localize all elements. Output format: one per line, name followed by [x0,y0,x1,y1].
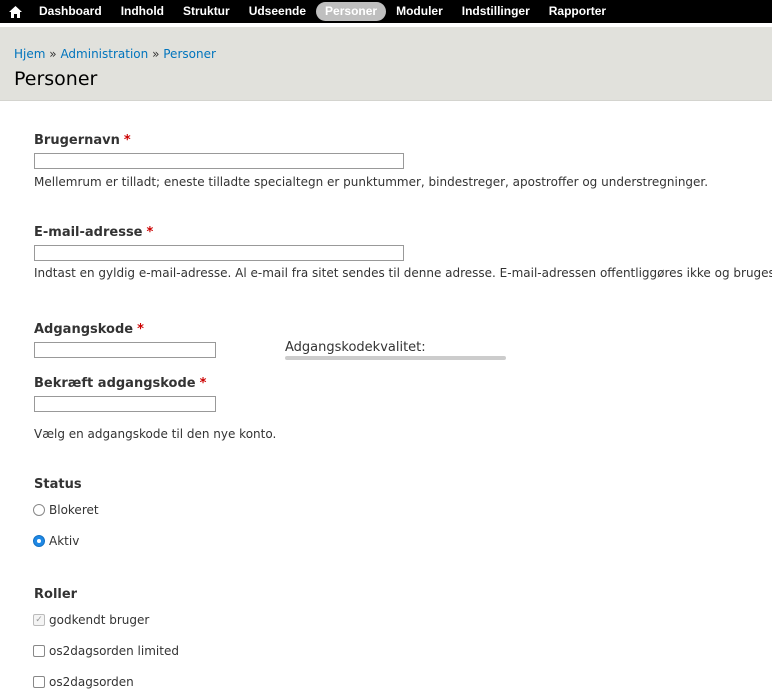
username-label-text: Brugernavn [34,133,120,148]
role-option-label: os2dagsorden limited [49,644,179,658]
email-input[interactable] [34,245,404,261]
toolbar-item-moduler[interactable]: Moduler [387,2,452,21]
username-input[interactable] [34,153,404,169]
password-strength-bar [285,356,506,360]
breadcrumb-link-hjem[interactable]: Hjem [14,47,45,61]
admin-toolbar: Dashboard Indhold Struktur Udseende Pers… [0,0,772,23]
username-label: Brugernavn * [34,133,131,148]
toolbar-item-personer[interactable]: Personer [316,2,387,21]
password-label-text: Adgangskode [34,322,134,337]
password-input[interactable] [34,342,216,358]
role-option-os2dagsorden[interactable]: os2dagsorden [33,675,134,689]
checkbox-godkendt-bruger: ✓ [33,614,45,626]
toolbar-item-indstillinger[interactable]: Indstillinger [453,2,539,21]
role-option-label: godkendt bruger [49,613,150,627]
status-option-aktiv[interactable]: Aktiv [33,534,79,548]
username-description: Mellemrum er tilladt; eneste tilladte sp… [34,175,709,189]
radio-blokeret[interactable] [33,504,45,516]
password-description: Vælg en adgangskode til den nye konto. [34,427,277,441]
radio-aktiv[interactable] [33,535,45,547]
password-confirm-input[interactable] [34,396,216,412]
email-description: Indtast en gyldig e-mail-adresse. Al e-m… [34,266,772,280]
toolbar-item-indhold[interactable]: Indhold [112,2,173,21]
toolbar-item-udseende[interactable]: Udseende [240,2,315,21]
email-label: E-mail-adresse * [34,225,153,240]
breadcrumb-link-administration[interactable]: Administration [60,47,148,61]
checkbox-os2dagsorden-limited[interactable] [33,645,45,657]
status-option-label: Blokeret [49,503,99,517]
required-marker: * [146,225,154,240]
status-option-blokeret[interactable]: Blokeret [33,503,99,517]
password-strength-label: Adgangskodekvalitet: [285,340,426,355]
password-confirm-label: Bekræft adgangskode * [34,376,206,391]
email-label-text: E-mail-adresse [34,225,143,240]
required-marker: * [137,322,144,337]
toolbar-item-dashboard[interactable]: Dashboard [30,2,111,21]
breadcrumb: Hjem » Administration » Personer [14,47,216,61]
breadcrumb-separator: » [49,47,57,61]
page-title: Personer [14,68,98,90]
status-option-label: Aktiv [49,534,80,548]
password-label: Adgangskode * [34,322,144,337]
toolbar-item-rapporter[interactable]: Rapporter [540,2,615,21]
status-label: Status [34,477,82,492]
home-icon[interactable] [0,0,30,23]
checkbox-os2dagsorden[interactable] [33,676,45,688]
toolbar-item-struktur[interactable]: Struktur [174,2,239,21]
password-confirm-label-text: Bekræft adgangskode [34,376,196,391]
roles-label: Roller [34,587,78,602]
required-marker: * [123,133,131,148]
breadcrumb-separator: » [152,47,160,61]
breadcrumb-link-personer[interactable]: Personer [163,47,216,61]
role-option-label: os2dagsorden [49,675,134,689]
page-header: Hjem » Administration » Personer Persone… [0,27,772,101]
required-marker: * [199,376,207,391]
role-option-os2dagsorden-limited[interactable]: os2dagsorden limited [33,644,179,658]
role-option-godkendt-bruger: ✓ godkendt bruger [33,613,149,627]
